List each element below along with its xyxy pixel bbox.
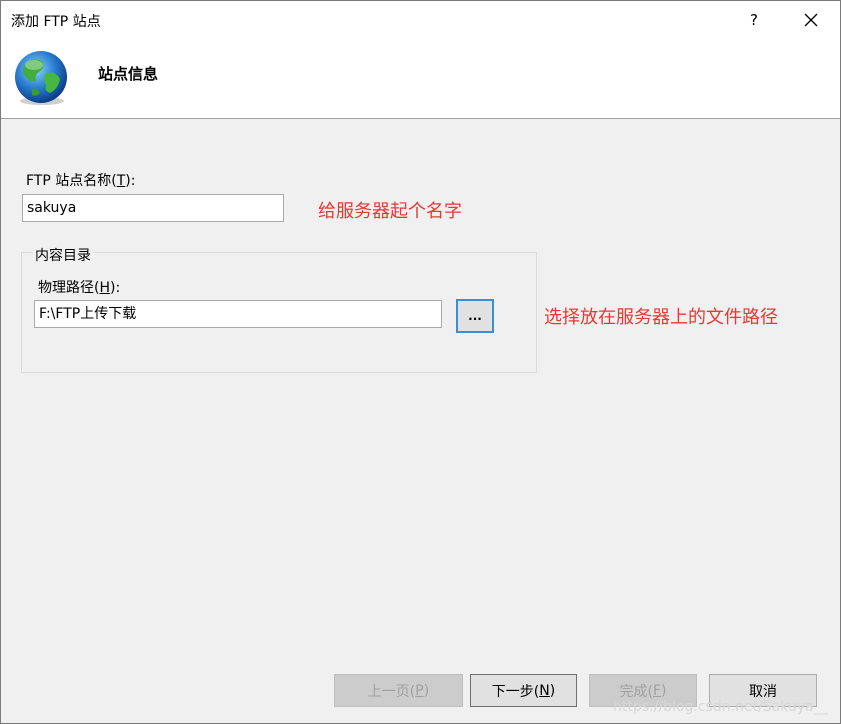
- close-button[interactable]: [788, 1, 834, 39]
- help-button[interactable]: ?: [731, 1, 777, 39]
- physical-path-label: 物理路径(H):: [38, 280, 121, 296]
- annotation-path: 选择放在服务器上的文件路径: [544, 307, 778, 328]
- next-button[interactable]: 下一步(N): [470, 674, 577, 707]
- previous-button[interactable]: 上一页(P): [334, 674, 463, 707]
- close-icon: [804, 13, 818, 27]
- annotation-site-name: 给服务器起个名字: [318, 201, 462, 222]
- content-directory-label: 内容目录: [33, 245, 93, 265]
- globe-icon: [15, 51, 67, 105]
- window-title: 添加 FTP 站点: [11, 14, 101, 30]
- wizard-header: 站点信息: [1, 39, 840, 119]
- title-bar: 添加 FTP 站点 ?: [1, 1, 840, 39]
- physical-path-input[interactable]: F:\FTP上传下载: [34, 300, 442, 328]
- browse-button[interactable]: ...: [456, 299, 494, 333]
- site-name-input[interactable]: sakuya: [22, 194, 284, 222]
- help-icon: ?: [750, 11, 758, 29]
- watermark: https://blog.csdn.net/Sakuya__: [613, 699, 828, 715]
- site-name-label: FTP 站点名称(T):: [26, 173, 136, 189]
- add-ftp-site-dialog: 添加 FTP 站点 ? 站点信息 FTP 站点名称(T): sakuya 给服务…: [0, 0, 841, 724]
- page-title: 站点信息: [98, 65, 159, 83]
